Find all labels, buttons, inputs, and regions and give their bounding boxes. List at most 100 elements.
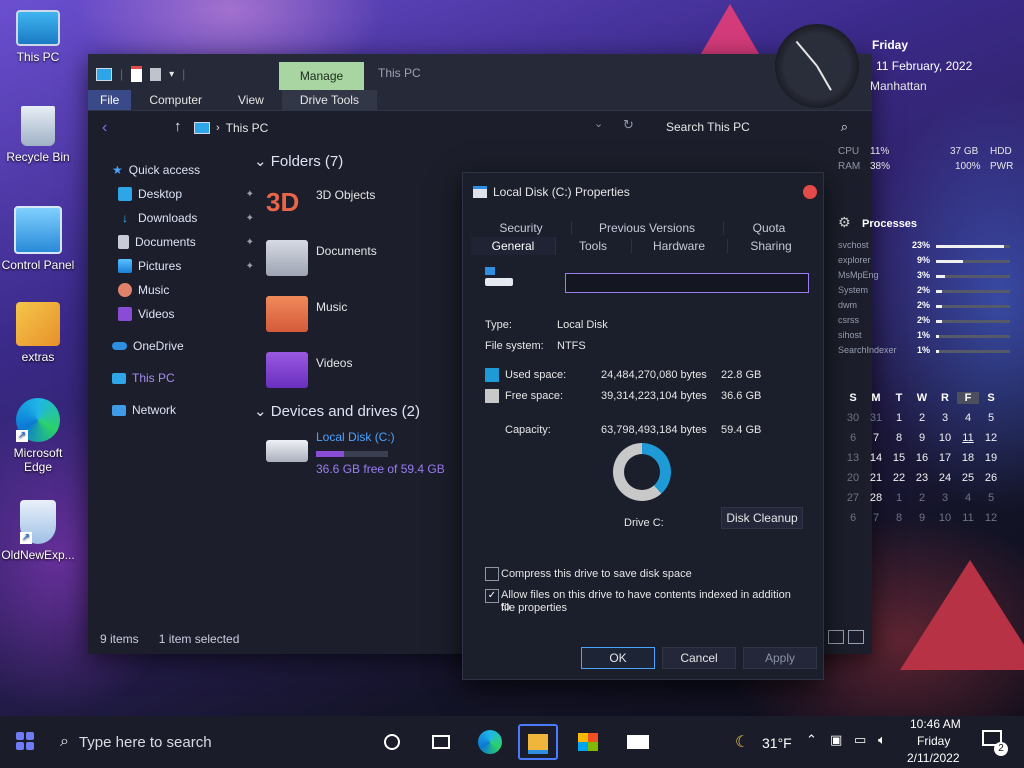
calendar-day[interactable]: 19 bbox=[980, 452, 1002, 464]
monitor-icon[interactable] bbox=[96, 67, 112, 81]
manage-context-tab[interactable]: Manage bbox=[279, 62, 364, 90]
taskbar-search-box[interactable]: ⌕ Type here to search bbox=[48, 726, 346, 758]
moon-weather-icon[interactable]: ☾ bbox=[735, 732, 749, 752]
tab-view[interactable]: View bbox=[220, 90, 282, 110]
calendar-day[interactable]: 6 bbox=[842, 512, 864, 524]
compress-checkbox[interactable] bbox=[485, 567, 499, 581]
cortana-button[interactable] bbox=[374, 724, 410, 760]
folder-documents[interactable]: Documents bbox=[266, 240, 377, 276]
devices-group-header[interactable]: ⌄ Devices and drives (2) bbox=[254, 402, 420, 420]
index-checkbox[interactable]: ✓ bbox=[485, 589, 499, 603]
calendar-day[interactable]: 22 bbox=[888, 472, 910, 484]
calendar-day[interactable]: 8 bbox=[888, 432, 910, 444]
network-icon[interactable]: ▭ bbox=[854, 732, 866, 748]
chevron-up-icon[interactable]: ⌃ bbox=[806, 732, 817, 748]
tab-hardware[interactable]: Hardware bbox=[631, 239, 728, 253]
up-arrow-icon[interactable]: ↑ bbox=[174, 118, 182, 135]
details-view-icon[interactable] bbox=[828, 630, 844, 644]
calendar-day[interactable]: 25 bbox=[957, 472, 979, 484]
calendar-day[interactable]: 4 bbox=[957, 412, 979, 424]
desktop-icon-extras[interactable]: extras bbox=[0, 302, 78, 364]
calendar-day[interactable]: 14 bbox=[865, 452, 887, 464]
calendar-day[interactable]: 2 bbox=[911, 412, 933, 424]
calendar-day[interactable]: 5 bbox=[980, 492, 1002, 504]
nav-downloads[interactable]: ↓ Downloads ✦ bbox=[118, 208, 258, 228]
weather-temperature[interactable]: 31°F bbox=[762, 735, 792, 751]
calendar-day[interactable]: 13 bbox=[842, 452, 864, 464]
calendar-day[interactable]: 23 bbox=[911, 472, 933, 484]
calendar-day[interactable]: 5 bbox=[980, 412, 1002, 424]
nav-desktop[interactable]: Desktop ✦ bbox=[118, 184, 258, 204]
calendar-day[interactable]: 1 bbox=[888, 412, 910, 424]
edge-taskbar-button[interactable] bbox=[472, 724, 508, 760]
calendar-day[interactable]: 24 bbox=[934, 472, 956, 484]
calendar-day[interactable]: 30 bbox=[842, 412, 864, 424]
folder-music[interactable]: Music bbox=[266, 296, 347, 332]
desktop-icon-this-pc[interactable]: This PC bbox=[0, 10, 78, 64]
tab-general[interactable]: General bbox=[471, 237, 556, 255]
calendar-day[interactable]: 31 bbox=[865, 412, 887, 424]
tab-quota[interactable]: Quota bbox=[723, 221, 815, 235]
notifications-button[interactable]: 2 bbox=[982, 730, 1008, 756]
tab-tools[interactable]: Tools bbox=[555, 239, 632, 253]
calendar-day[interactable]: 8 bbox=[888, 512, 910, 524]
tray-time[interactable]: 10:46 AM bbox=[910, 717, 961, 731]
calendar-day[interactable]: 26 bbox=[980, 472, 1002, 484]
disk-cleanup-button[interactable]: Disk Cleanup bbox=[721, 507, 803, 529]
calendar-day[interactable]: 12 bbox=[980, 432, 1002, 444]
ok-button[interactable]: OK bbox=[581, 647, 655, 669]
calendar-day[interactable]: 11 bbox=[957, 432, 979, 444]
calendar-day[interactable]: 7 bbox=[865, 512, 887, 524]
calendar-day[interactable]: 16 bbox=[911, 452, 933, 464]
cancel-button[interactable]: Cancel bbox=[662, 647, 736, 669]
large-icons-view-icon[interactable] bbox=[848, 630, 864, 644]
desktop-icon-edge[interactable]: ↗ Microsoft Edge bbox=[0, 398, 78, 474]
calendar-day[interactable]: 28 bbox=[865, 492, 887, 504]
close-button[interactable] bbox=[803, 185, 817, 199]
calendar-day[interactable]: 27 bbox=[842, 492, 864, 504]
refresh-icon[interactable]: ↻ bbox=[623, 117, 634, 133]
nav-network[interactable]: Network bbox=[112, 400, 252, 420]
desktop-icon-control-panel[interactable]: Control Panel bbox=[0, 206, 78, 272]
calendar-day[interactable]: 3 bbox=[934, 492, 956, 504]
nav-music[interactable]: Music bbox=[118, 280, 258, 300]
volume-icon[interactable]: 🔈︎ bbox=[878, 732, 886, 748]
chevron-down-icon[interactable]: ⌄ bbox=[594, 117, 603, 130]
calendar-day[interactable]: 9 bbox=[911, 512, 933, 524]
tab-sharing[interactable]: Sharing bbox=[727, 239, 815, 253]
meet-now-icon[interactable]: ▣ bbox=[830, 732, 842, 748]
back-arrow-icon[interactable]: ‹ bbox=[102, 119, 107, 137]
tab-drive-tools[interactable]: Drive Tools bbox=[281, 90, 377, 110]
calendar-day[interactable]: 6 bbox=[842, 432, 864, 444]
calendar-day[interactable]: 9 bbox=[911, 432, 933, 444]
tray-day[interactable]: Friday bbox=[917, 734, 950, 748]
properties-icon[interactable] bbox=[131, 66, 143, 82]
search-input[interactable]: Search This PC ⌕ bbox=[654, 115, 858, 141]
apply-button[interactable]: Apply bbox=[743, 647, 817, 669]
calendar-day[interactable]: 1 bbox=[888, 492, 910, 504]
calendar-day[interactable]: 7 bbox=[865, 432, 887, 444]
calendar-day[interactable]: 21 bbox=[865, 472, 887, 484]
customize-qat-icon[interactable]: ▾ bbox=[169, 69, 174, 80]
drive-c[interactable]: Local Disk (C:) 36.6 GB free of 59.4 GB bbox=[266, 430, 445, 476]
calendar-day[interactable]: 17 bbox=[934, 452, 956, 464]
nav-documents[interactable]: Documents ✦ bbox=[118, 232, 258, 252]
desktop-icon-recycle-bin[interactable]: Recycle Bin bbox=[0, 106, 78, 164]
address-bar[interactable]: › This PC bbox=[194, 118, 614, 138]
folder-videos[interactable]: Videos bbox=[266, 352, 352, 388]
nav-videos[interactable]: Videos bbox=[118, 304, 258, 324]
mail-taskbar-button[interactable] bbox=[620, 724, 656, 760]
folders-group-header[interactable]: ⌄ Folders (7) bbox=[254, 152, 343, 170]
calendar-day[interactable]: 15 bbox=[888, 452, 910, 464]
calendar-day[interactable]: 20 bbox=[842, 472, 864, 484]
calendar-day[interactable]: 2 bbox=[911, 492, 933, 504]
tab-previous-versions[interactable]: Previous Versions bbox=[571, 221, 724, 235]
start-button[interactable] bbox=[14, 732, 34, 752]
nav-pictures[interactable]: Pictures ✦ bbox=[118, 256, 258, 276]
nav-onedrive[interactable]: OneDrive bbox=[112, 336, 252, 356]
tab-security[interactable]: Security bbox=[471, 221, 572, 235]
new-folder-icon[interactable] bbox=[150, 67, 162, 81]
calendar-day[interactable]: 12 bbox=[980, 512, 1002, 524]
volume-label-input[interactable] bbox=[565, 273, 809, 293]
tray-date[interactable]: 2/11/2022 bbox=[907, 751, 960, 765]
